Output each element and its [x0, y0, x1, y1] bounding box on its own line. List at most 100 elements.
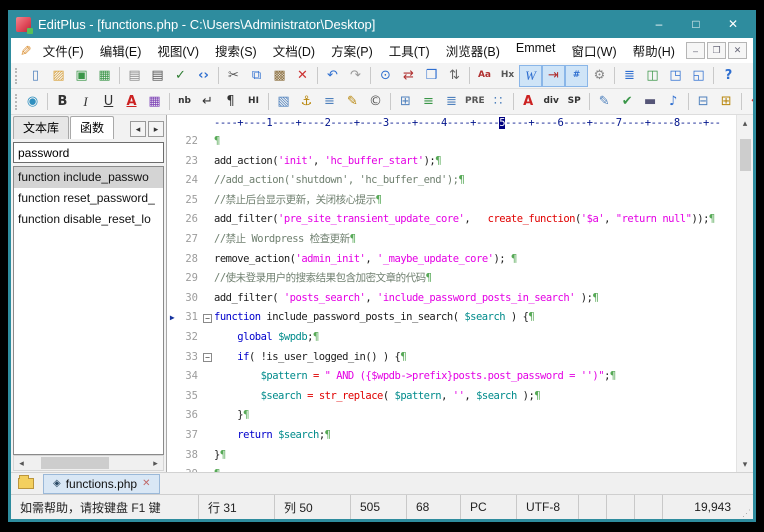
code-line-33[interactable]: 33− if( !is_user_logged_in() ) {¶ — [167, 348, 736, 368]
minimize-document-button[interactable]: – — [686, 42, 705, 59]
view-source-button[interactable]: ‹› — [192, 65, 215, 87]
non-breaking-space-button[interactable]: nb — [173, 91, 196, 113]
color-picker-button[interactable]: ▦ — [143, 91, 166, 113]
code-line-38[interactable]: 38}¶ — [167, 446, 736, 466]
maximize-button[interactable]: □ — [681, 13, 711, 35]
directory-window-button[interactable]: ◫ — [641, 65, 664, 87]
delete-button[interactable]: ✕ — [291, 65, 314, 87]
list-button[interactable]: ∷ — [487, 91, 510, 113]
code-line-23[interactable]: 23add_action('init', 'hc_buffer_start');… — [167, 152, 736, 172]
context-help-button[interactable]: ? — [717, 65, 740, 87]
menu-item-4[interactable]: 文档(D) — [265, 39, 323, 62]
div-tag-button[interactable]: div — [540, 91, 563, 113]
code-line-22[interactable]: 22¶ — [167, 132, 736, 152]
preferences-button[interactable]: ⚙ — [588, 65, 611, 87]
word-wrap-button[interactable]: W — [519, 65, 542, 87]
minimize-button[interactable]: – — [644, 13, 674, 35]
editor-area[interactable]: ----+----1----+----2----+----3----+----4… — [167, 115, 736, 472]
menu-item-6[interactable]: 工具(T) — [381, 39, 438, 62]
code-preview-button[interactable]: ◳ — [664, 65, 687, 87]
copy-button[interactable]: ⧉ — [245, 65, 268, 87]
menu-item-8[interactable]: Emmet — [508, 39, 564, 62]
scroll-down-icon[interactable]: ▾ — [737, 456, 753, 472]
sidebar-horizontal-scrollbar[interactable]: ◂ ▸ — [13, 455, 164, 471]
function-list-item-0[interactable]: function include_passwo — [14, 167, 163, 188]
code-line-35[interactable]: 35 $search = str_replace( $pattern, '', … — [167, 387, 736, 407]
redo-button[interactable]: ↷ — [344, 65, 367, 87]
tab-functions-php[interactable]: ◈ functions.php ✕ — [43, 474, 160, 494]
code-line-31[interactable]: ▶31−function include_password_posts_in_s… — [167, 308, 736, 328]
menu-item-7[interactable]: 浏览器(B) — [438, 39, 508, 62]
scroll-up-icon[interactable]: ▴ — [737, 115, 753, 131]
document-list-button[interactable]: ≣ — [618, 65, 641, 87]
script-button[interactable]: ✎ — [593, 91, 616, 113]
preformatted-button[interactable]: PRE — [463, 91, 487, 113]
spell-check-button[interactable]: ✓ — [169, 65, 192, 87]
code-line-26[interactable]: 26add_filter('pre_site_transient_update_… — [167, 210, 736, 230]
form-elements-button[interactable]: ⊞ — [715, 91, 738, 113]
hex-view-button[interactable]: Hx — [496, 65, 519, 87]
copyright-button[interactable]: © — [364, 91, 387, 113]
line-break-button[interactable]: ↵ — [196, 91, 219, 113]
edit-memo-button[interactable]: ✎ — [341, 91, 364, 113]
external-browser-button[interactable]: ◱ — [687, 65, 710, 87]
function-filter-input[interactable] — [13, 142, 164, 163]
tab-scroll-left-button[interactable]: ◂ — [130, 121, 146, 137]
close-button[interactable]: ✕ — [718, 13, 748, 35]
save-all-button[interactable]: ▦ — [93, 65, 116, 87]
code-line-29[interactable]: 29//使未登录用户的搜索结果包含加密文章的代码¶ — [167, 269, 736, 289]
open-file-button[interactable]: ▨ — [47, 65, 70, 87]
code-line-25[interactable]: 25//禁止后台显示更新，关闭核心提示¶ — [167, 191, 736, 211]
tab-cliptext[interactable]: 文本库 — [13, 116, 69, 139]
menu-item-10[interactable]: 帮助(H) — [625, 39, 683, 62]
audio-button[interactable]: ♪ — [662, 91, 685, 113]
heading-button[interactable]: HI — [242, 91, 265, 113]
toolbar-grip[interactable] — [15, 94, 17, 110]
find-button[interactable]: ⊙ — [374, 65, 397, 87]
menu-item-1[interactable]: 编辑(E) — [92, 39, 150, 62]
save-button[interactable]: ▣ — [70, 65, 93, 87]
scroll-left-icon[interactable]: ◂ — [14, 456, 29, 470]
line-number-button[interactable]: # — [565, 65, 588, 87]
toggle-case-button[interactable]: Aa — [473, 65, 496, 87]
restore-document-button[interactable]: ❐ — [707, 42, 726, 59]
cut-button[interactable]: ✂ — [222, 65, 245, 87]
paragraph-button[interactable]: ¶ — [219, 91, 242, 113]
align-center-button[interactable]: ≣ — [440, 91, 463, 113]
auto-indent-button[interactable]: ⇥ — [542, 65, 565, 87]
sort-button[interactable]: ⇅ — [443, 65, 466, 87]
menu-item-3[interactable]: 搜索(S) — [207, 39, 265, 62]
underline-button[interactable]: U — [97, 91, 120, 113]
font-tag-button[interactable]: A — [517, 91, 540, 113]
toolbar-grip[interactable] — [15, 68, 20, 84]
code-line-34[interactable]: 34 $pattern = " AND ({$wpdb->prefix}post… — [167, 367, 736, 387]
plugins-button[interactable]: ❖ — [745, 91, 753, 113]
menu-item-5[interactable]: 方案(P) — [323, 39, 381, 62]
new-document-button[interactable]: ▯ — [24, 65, 47, 87]
code-line-36[interactable]: 36 }¶ — [167, 406, 736, 426]
replace-button[interactable]: ⇄ — [397, 65, 420, 87]
font-color-button[interactable]: A — [120, 91, 143, 113]
span-tag-button[interactable]: SP — [563, 91, 586, 113]
tab-close-icon[interactable]: ✕ — [142, 478, 150, 489]
image-button[interactable]: ▧ — [272, 91, 295, 113]
find-in-files-button[interactable]: ❒ — [420, 65, 443, 87]
scrollbar-thumb[interactable] — [740, 139, 751, 171]
function-list-item-2[interactable]: function disable_reset_lo — [14, 209, 163, 230]
align-left-button[interactable]: ≡ — [417, 91, 440, 113]
tab-functions[interactable]: 函数 — [70, 116, 114, 139]
code-line-28[interactable]: 28remove_action('admin_init', '_maybe_up… — [167, 250, 736, 270]
bold-button[interactable]: B — [51, 91, 74, 113]
syntax-check-button[interactable]: ✔ — [616, 91, 639, 113]
folder-icon[interactable] — [18, 478, 34, 489]
function-list-item-1[interactable]: function reset_password_ — [14, 188, 163, 209]
browser-button[interactable]: ◉ — [21, 91, 44, 113]
editor-vertical-scrollbar[interactable]: ▴ ▾ — [736, 115, 753, 472]
code-view[interactable]: 22¶23add_action('init', 'hc_buffer_start… — [167, 132, 736, 472]
horizontal-rule-button[interactable]: ≡ — [318, 91, 341, 113]
scrollbar-thumb[interactable] — [41, 457, 109, 469]
code-line-24[interactable]: 24//add_action('shutdown', 'hc_buffer_en… — [167, 171, 736, 191]
print-button[interactable]: ▤ — [146, 65, 169, 87]
code-line-27[interactable]: 27//禁止 Wordpress 检查更新¶ — [167, 230, 736, 250]
code-line-30[interactable]: 30add_filter( 'posts_search', 'include_p… — [167, 289, 736, 309]
